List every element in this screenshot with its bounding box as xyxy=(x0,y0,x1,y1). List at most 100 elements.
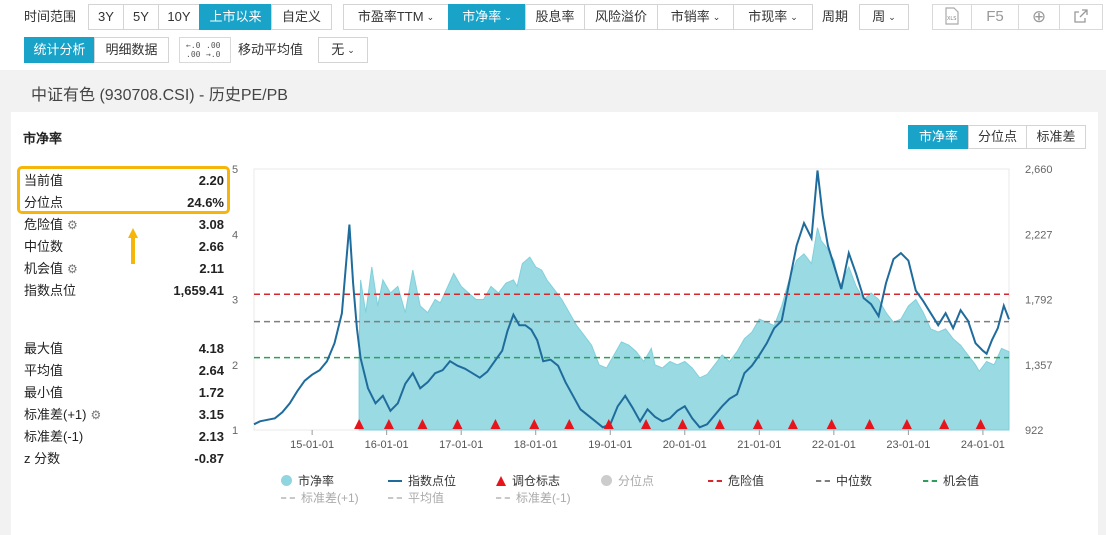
svg-text:.00: .00 xyxy=(206,41,221,50)
legend-rebalance[interactable]: 调仓标志 xyxy=(496,472,560,489)
legend-pb-label: 市净率 xyxy=(298,474,335,488)
legend-dot-icon xyxy=(281,475,292,486)
metric-pe-ttm-label: 市盈率TTM xyxy=(357,9,424,24)
metric-risk-premium-button[interactable]: 风险溢价 xyxy=(584,4,658,30)
plus-circle-icon: ⊕ xyxy=(1031,7,1047,26)
y-left-tick-label: 4 xyxy=(232,229,238,241)
legend-percentile-label: 分位点 xyxy=(618,474,655,488)
open-external-button[interactable] xyxy=(1059,4,1103,30)
x-tick-label: 18-01-01 xyxy=(514,439,558,451)
external-link-icon xyxy=(1074,9,1088,23)
chevron-down-icon: ⌄ xyxy=(790,12,798,22)
legend-dot-icon xyxy=(601,475,612,486)
tab-statistics[interactable]: 统计分析 xyxy=(24,37,95,63)
x-tick-label: 23-01-01 xyxy=(886,439,930,451)
stat-label-text: z 分数 xyxy=(24,451,61,466)
x-tick-label: 20-01-01 xyxy=(663,439,707,451)
x-tick-label: 19-01-01 xyxy=(588,439,632,451)
legend-median-label: 中位数 xyxy=(836,474,873,488)
legend-index-label: 指数点位 xyxy=(408,474,457,488)
legend-triangle-icon xyxy=(496,476,506,486)
legend-line-icon xyxy=(388,480,402,482)
legend-dash-icon xyxy=(816,480,830,482)
y-left-tick-label: 5 xyxy=(232,164,238,176)
x-tick-label: 21-01-01 xyxy=(737,439,781,451)
legend-danger-label: 危险值 xyxy=(728,474,765,488)
metric-ps-label: 市销率 xyxy=(670,9,710,24)
legend-opportunity[interactable]: 机会值 xyxy=(923,472,979,489)
range-5y-button[interactable]: 5Y xyxy=(123,4,159,30)
time-range-label: 时间范围 xyxy=(24,9,77,24)
legend-index[interactable]: 指数点位 xyxy=(388,472,456,489)
metric-ps-dropdown[interactable]: 市销率 ⌄ xyxy=(657,4,734,30)
legend-danger[interactable]: 危险值 xyxy=(708,472,764,489)
legend-dash-icon xyxy=(708,480,722,482)
svg-text:→.0: →.0 xyxy=(206,50,221,59)
y-right-tick-label: 2,227 xyxy=(1025,229,1053,241)
y-right-tick-label: 922 xyxy=(1025,425,1043,437)
range-since-listing-button[interactable]: 上市以来 xyxy=(199,4,272,30)
period-dropdown[interactable]: 周 ⌄ xyxy=(859,4,909,30)
metric-dividend-button[interactable]: 股息率 xyxy=(525,4,585,30)
legend-std-plus[interactable]: 标准差(+1) xyxy=(281,489,359,506)
chevron-down-icon: ⌄ xyxy=(426,12,435,22)
page-title: 中证有色 (930708.CSI) - 历史PE/PB xyxy=(31,87,288,104)
legend-std-minus-label: 标准差(-1) xyxy=(516,491,571,505)
legend-dash-icon xyxy=(388,497,402,499)
y-right-tick-label: 1,792 xyxy=(1025,295,1053,307)
x-tick-label: 15-01-01 xyxy=(290,439,334,451)
range-3y-button[interactable]: 3Y xyxy=(88,4,124,30)
chevron-down-icon: ⌄ xyxy=(504,12,512,22)
toolbar: 时间范围 3Y 5Y 10Y 上市以来 自定义 市盈率TTM ⌄ 市净率 ⌄ 股息率… xyxy=(0,0,1106,70)
legend-average[interactable]: 平均值 xyxy=(388,489,444,506)
legend-opportunity-label: 机会值 xyxy=(943,474,980,488)
metric-pb-dropdown[interactable]: 市净率 ⌄ xyxy=(448,4,526,30)
x-tick-label: 16-01-01 xyxy=(365,439,409,451)
legend-dash-icon xyxy=(281,497,295,499)
moving-average-label: 移动平均值 xyxy=(238,42,304,57)
chevron-down-icon: ⌄ xyxy=(712,12,721,22)
svg-text:.00: .00 xyxy=(186,50,201,59)
x-tick-label: 22-01-01 xyxy=(812,439,856,451)
xls-file-icon: XLS xyxy=(945,7,959,25)
legend-rebalance-label: 调仓标志 xyxy=(512,474,561,488)
moving-average-dropdown[interactable]: 无 ⌄ xyxy=(318,37,368,63)
legend-pb[interactable]: 市净率 xyxy=(281,472,334,489)
decimal-toggle-button[interactable]: ←.0 .00 .00 →.0 xyxy=(179,37,231,63)
y-left-tick-label: 3 xyxy=(232,295,238,307)
legend-std-plus-label: 标准差(+1) xyxy=(301,491,359,505)
period-label: 周期 xyxy=(822,9,849,24)
refresh-f5-button[interactable]: F5 xyxy=(971,4,1019,30)
y-right-tick-label: 1,357 xyxy=(1025,360,1053,372)
y-right-tick-label: 2,660 xyxy=(1025,164,1053,176)
pb-chart: 1 2 3 4 5 922 1,357 1,792 2,227 2,660 15-01-01 16-0… xyxy=(232,164,1053,451)
x-tick-label: 17-01-01 xyxy=(439,439,483,451)
moving-average-value: 无 xyxy=(331,42,345,57)
metric-pb-label: 市净率 xyxy=(462,9,502,24)
chart-panel: 市净率 当前值 2.20 分位点 24.6% 危险值 ⚙ 3.08 中位数 2.66 机会值 ⚙ 2.… xyxy=(11,112,1098,535)
legend-median[interactable]: 中位数 xyxy=(816,472,872,489)
svg-text:XLS: XLS xyxy=(947,16,956,22)
legend-dash-icon xyxy=(923,480,937,482)
period-value: 周 xyxy=(872,9,886,24)
metric-pcf-label: 市现率 xyxy=(748,9,788,24)
range-10y-button[interactable]: 10Y xyxy=(158,4,200,30)
legend-std-minus[interactable]: 标准差(-1) xyxy=(496,489,571,506)
legend-dash-icon xyxy=(496,497,510,499)
zoom-in-button[interactable]: ⊕ xyxy=(1018,4,1060,30)
metric-pe-ttm-dropdown[interactable]: 市盈率TTM ⌄ xyxy=(343,4,449,30)
decimal-places-icon: ←.0 .00 .00 →.0 xyxy=(186,41,221,59)
chevron-down-icon: ⌄ xyxy=(347,45,355,55)
legend-average-label: 平均值 xyxy=(408,491,445,505)
x-tick-label: 24-01-01 xyxy=(961,439,1005,451)
svg-text:←.0: ←.0 xyxy=(186,41,201,50)
y-left-tick-label: 1 xyxy=(232,425,238,437)
export-xls-button[interactable]: XLS xyxy=(932,4,972,30)
metric-pcf-dropdown[interactable]: 市现率 ⌄ xyxy=(733,4,813,30)
legend-percentile[interactable]: 分位点 xyxy=(601,472,654,489)
tab-detail-data[interactable]: 明细数据 xyxy=(94,37,169,63)
chevron-down-icon: ⌄ xyxy=(888,12,896,22)
range-custom-button[interactable]: 自定义 xyxy=(271,4,332,30)
y-left-tick-label: 2 xyxy=(232,360,238,372)
title-bar: 中证有色 (930708.CSI) - 历史PE/PB xyxy=(11,71,1106,111)
